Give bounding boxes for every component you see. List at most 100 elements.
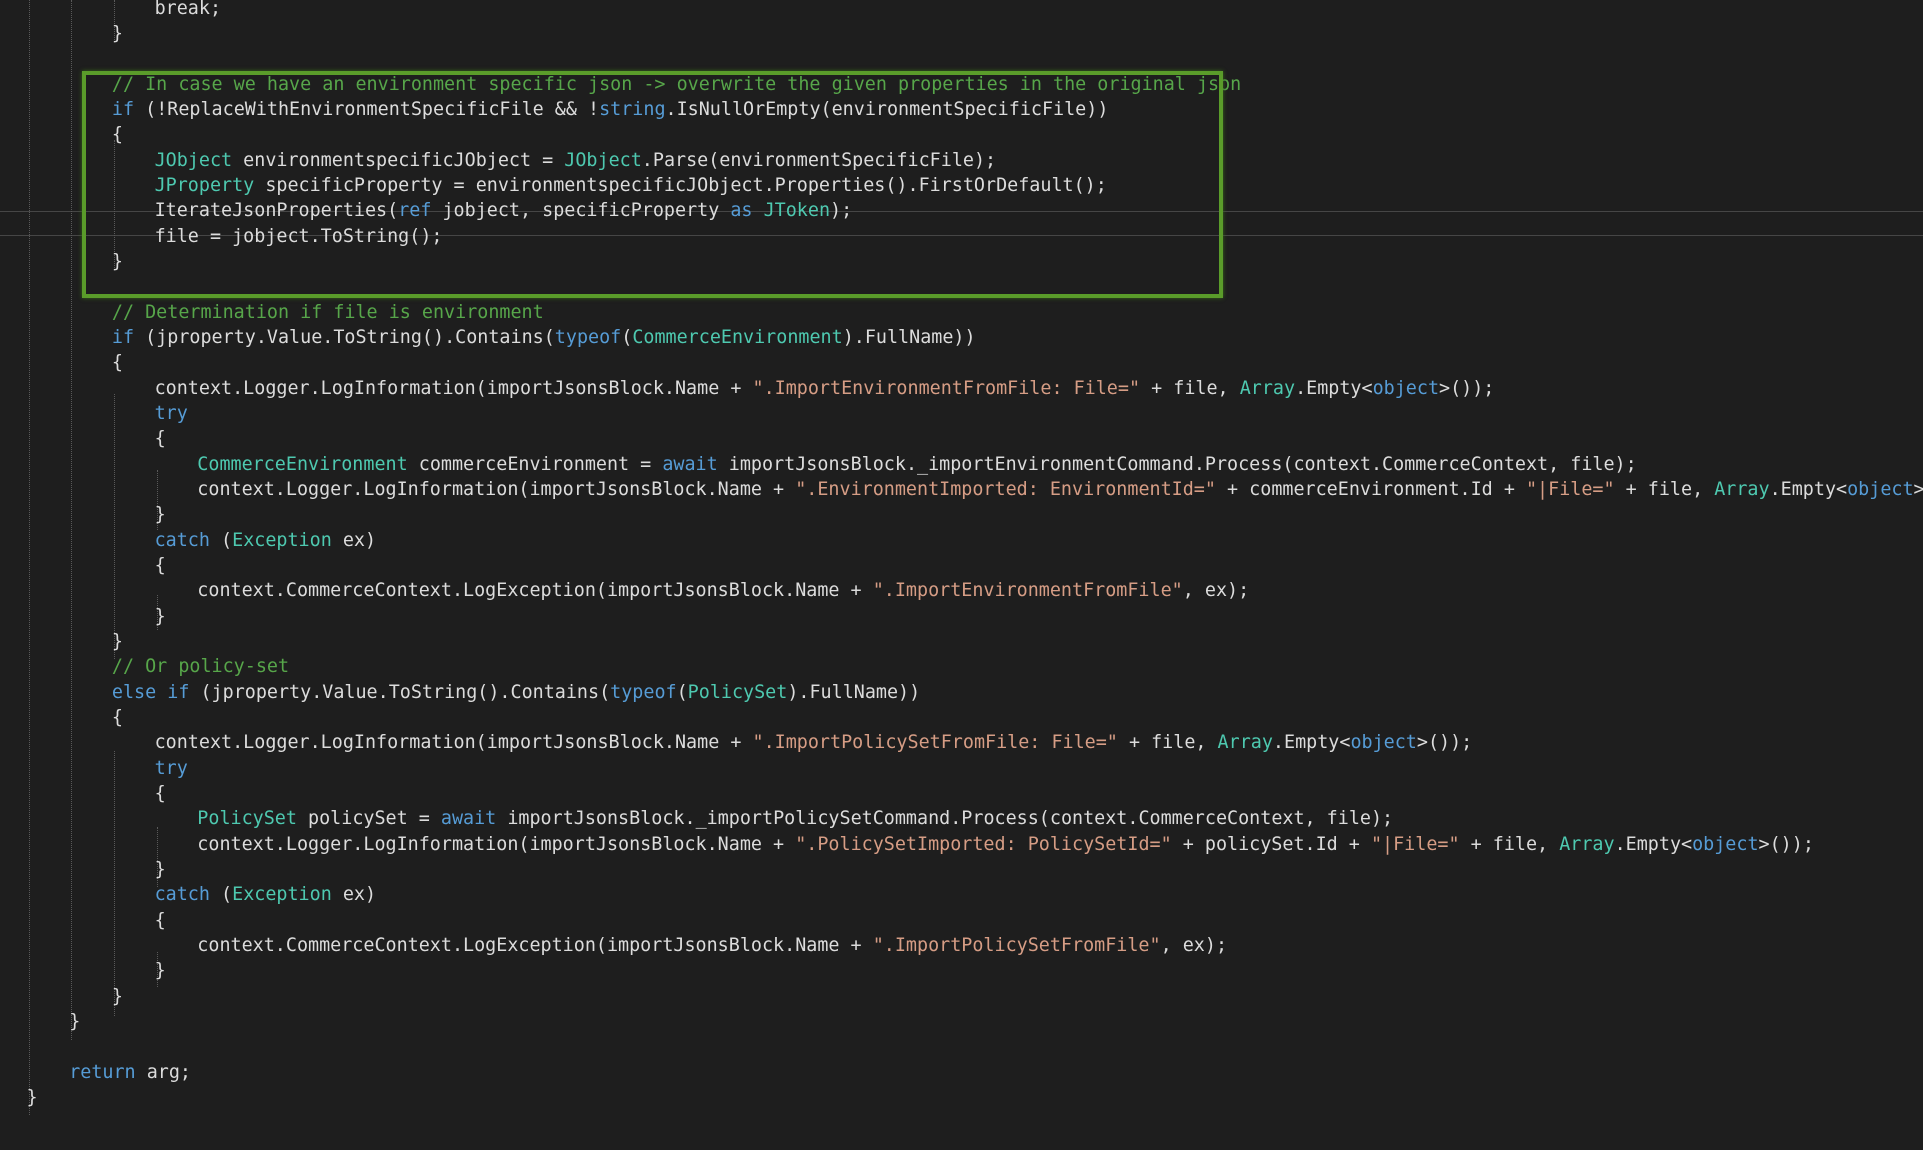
code-token-keyword: object bbox=[1372, 378, 1440, 399]
code-token-plain: + file, bbox=[1117, 732, 1218, 753]
code-token-keyword: try bbox=[154, 403, 188, 424]
code-token-comment: // Or policy-set bbox=[111, 656, 290, 677]
code-token-comment: // Determination if file is environment bbox=[111, 302, 544, 323]
code-line[interactable]: } bbox=[155, 958, 166, 984]
code-line[interactable]: } bbox=[69, 1009, 80, 1035]
code-line[interactable]: try bbox=[155, 401, 188, 427]
code-line[interactable]: } bbox=[155, 604, 166, 630]
code-token-plain: } bbox=[154, 606, 166, 627]
code-token-plain: ( bbox=[621, 327, 633, 348]
code-token-plain: ).FullName)) bbox=[787, 682, 921, 703]
indent-guide bbox=[114, 394, 115, 659]
code-token-keyword: try bbox=[154, 758, 188, 779]
code-token-plain: { bbox=[154, 428, 166, 449]
code-token-keyword: typeof bbox=[554, 327, 622, 348]
code-token-plain: + file, bbox=[1140, 378, 1240, 399]
code-line[interactable]: { bbox=[112, 350, 123, 376]
code-token-plain: >()); bbox=[1439, 378, 1495, 399]
code-token-plain: } bbox=[111, 986, 123, 1007]
code-line[interactable]: CommerceEnvironment commerceEnvironment … bbox=[197, 452, 1636, 478]
code-token-plain: >()); bbox=[1758, 834, 1814, 855]
code-token-keyword: object bbox=[1350, 732, 1417, 753]
code-token-plain: arg; bbox=[135, 1062, 191, 1083]
code-line[interactable]: // Or policy-set bbox=[112, 654, 289, 680]
code-token-keyword: await bbox=[440, 808, 497, 829]
code-token-type: Exception bbox=[232, 884, 332, 905]
code-token-string: ".PolicySetImported: PolicySetId=" bbox=[795, 834, 1172, 855]
code-token-type: CommerceEnvironment bbox=[197, 454, 408, 475]
code-token-string: ".ImportEnvironmentFromFile: File=" bbox=[752, 378, 1141, 399]
code-line[interactable]: context.CommerceContext.LogException(imp… bbox=[197, 578, 1249, 604]
code-line[interactable]: { bbox=[155, 908, 166, 934]
code-token-type: Array bbox=[1714, 479, 1770, 500]
code-token-plain: , ex); bbox=[1160, 935, 1228, 956]
indent-guide bbox=[29, 0, 30, 1115]
code-line[interactable]: { bbox=[155, 426, 166, 452]
code-token-string: "|File=" bbox=[1525, 479, 1615, 500]
code-token-type: Array bbox=[1217, 732, 1273, 753]
code-line[interactable]: // Determination if file is environment bbox=[112, 300, 544, 326]
code-token-plain: } bbox=[154, 859, 166, 880]
code-token-keyword: await bbox=[662, 454, 718, 475]
code-token-plain: { bbox=[154, 910, 166, 931]
code-line[interactable]: return arg; bbox=[69, 1060, 191, 1086]
code-token-plain: } bbox=[154, 960, 166, 981]
code-token-keyword: catch bbox=[154, 530, 210, 551]
code-line[interactable]: } bbox=[112, 629, 123, 655]
code-token-plain: .Empty< bbox=[1769, 479, 1848, 500]
code-line[interactable]: } bbox=[155, 857, 166, 883]
code-line[interactable]: else if (jproperty.Value.ToString().Cont… bbox=[112, 680, 920, 706]
code-token-plain: ( bbox=[209, 884, 233, 905]
code-token-plain: ( bbox=[209, 530, 233, 551]
code-token-string: ".ImportPolicySetFromFile: File=" bbox=[752, 732, 1118, 753]
code-token-plain: } bbox=[111, 631, 123, 652]
code-line[interactable]: context.CommerceContext.LogException(imp… bbox=[197, 933, 1227, 959]
code-line[interactable]: } bbox=[155, 502, 166, 528]
code-token-plain: context.Logger.LogInformation(importJson… bbox=[197, 834, 796, 855]
code-token-plain: importJsonsBlock._importEnvironmentComma… bbox=[717, 454, 1637, 475]
indent-guide bbox=[114, 751, 115, 1016]
code-editor[interactable]: break;}// In case we have an environment… bbox=[0, 0, 1923, 1150]
code-line[interactable]: { bbox=[112, 705, 123, 731]
code-line[interactable]: context.Logger.LogInformation(importJson… bbox=[155, 730, 1473, 756]
code-token-plain: >()); bbox=[1913, 479, 1923, 500]
code-token-plain: { bbox=[111, 352, 123, 373]
code-token-string: "|File=" bbox=[1370, 834, 1460, 855]
code-token-string: ".ImportEnvironmentFromFile" bbox=[872, 580, 1183, 601]
code-line[interactable]: context.Logger.LogInformation(importJson… bbox=[197, 477, 1923, 503]
code-line[interactable]: } bbox=[112, 984, 123, 1010]
code-token-plain: policySet = bbox=[296, 808, 441, 829]
code-token-keyword: if bbox=[111, 327, 135, 348]
code-line[interactable]: PolicySet policySet = await importJsonsB… bbox=[197, 806, 1393, 832]
code-line[interactable]: } bbox=[112, 21, 123, 47]
code-token-plain: context.CommerceContext.LogException(imp… bbox=[197, 935, 873, 956]
code-line[interactable]: catch (Exception ex) bbox=[155, 882, 376, 908]
code-token-plain: { bbox=[111, 707, 123, 728]
code-token-type: PolicySet bbox=[687, 682, 788, 703]
code-token-plain: importJsonsBlock._importPolicySetCommand… bbox=[496, 808, 1394, 829]
code-line[interactable]: catch (Exception ex) bbox=[155, 528, 376, 554]
code-line[interactable]: break; bbox=[155, 0, 221, 22]
code-line[interactable]: } bbox=[27, 1085, 38, 1111]
code-token-type: PolicySet bbox=[197, 808, 297, 829]
code-line[interactable]: context.Logger.LogInformation(importJson… bbox=[197, 832, 1814, 858]
code-token-plain: >()); bbox=[1416, 732, 1473, 753]
code-line[interactable]: try bbox=[155, 756, 188, 782]
code-token-keyword: object bbox=[1847, 479, 1914, 500]
highlighted-code-block bbox=[82, 71, 1223, 298]
code-line[interactable]: { bbox=[155, 553, 166, 579]
code-token-keyword: catch bbox=[154, 884, 210, 905]
code-line[interactable]: context.Logger.LogInformation(importJson… bbox=[155, 376, 1495, 402]
code-token-plain: + policySet.Id + bbox=[1171, 834, 1371, 855]
code-line[interactable]: { bbox=[155, 781, 166, 807]
code-token-string: ".ImportPolicySetFromFile" bbox=[872, 935, 1161, 956]
code-line[interactable]: if (jproperty.Value.ToString().Contains(… bbox=[112, 325, 976, 351]
code-token-keyword: return bbox=[69, 1062, 136, 1083]
code-token-plain: } bbox=[154, 504, 166, 525]
code-token-plain: context.CommerceContext.LogException(imp… bbox=[197, 580, 873, 601]
code-token-plain: { bbox=[154, 555, 166, 576]
code-token-plain: (jproperty.Value.ToString().Contains( bbox=[189, 682, 611, 703]
code-token-keyword: object bbox=[1692, 834, 1759, 855]
code-token-plain: ( bbox=[676, 682, 688, 703]
code-token-plain: , ex); bbox=[1182, 580, 1250, 601]
